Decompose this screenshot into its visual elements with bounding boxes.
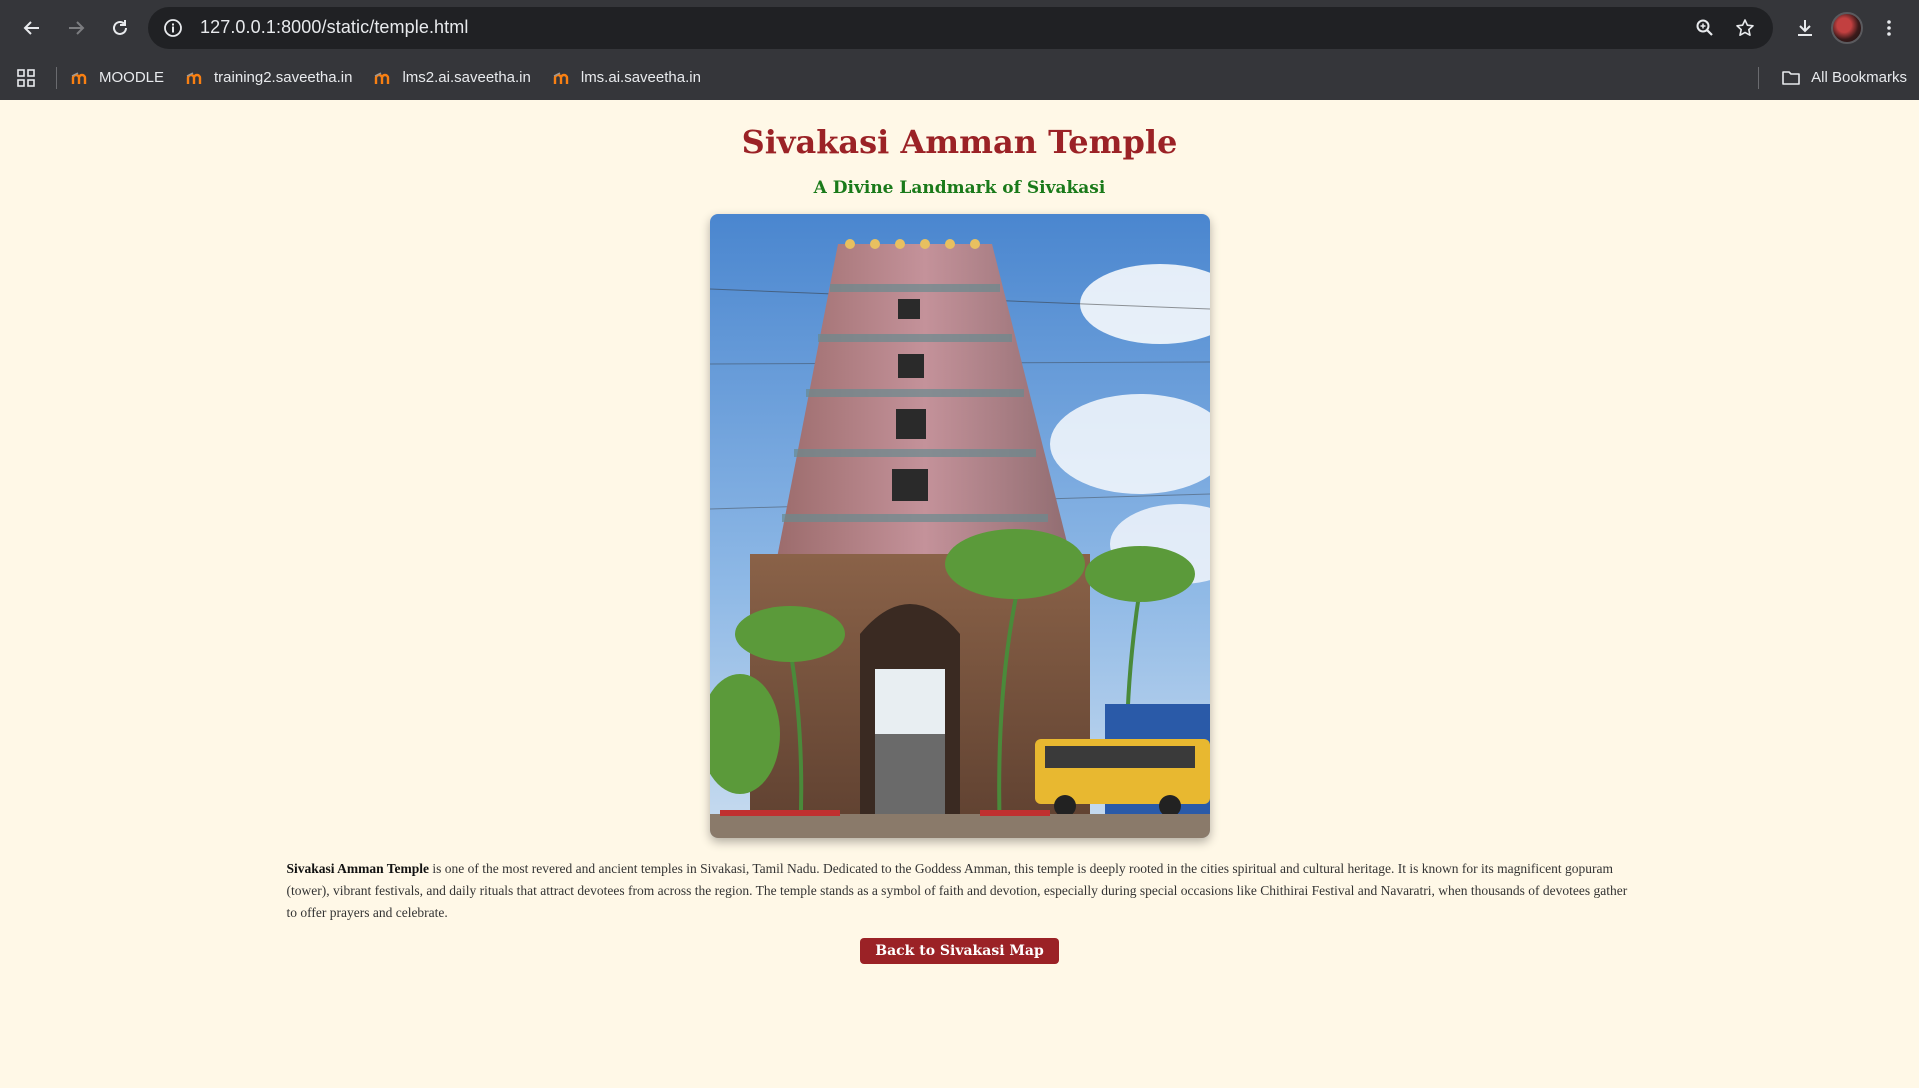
moodle-favicon-icon <box>71 71 87 84</box>
forward-button[interactable] <box>54 6 98 50</box>
temple-description: Sivakasi Amman Temple is one of the most… <box>287 858 1633 924</box>
bookmarks-separator <box>56 66 57 89</box>
download-icon[interactable] <box>1785 8 1825 48</box>
description-bold: Sivakasi Amman Temple <box>286 860 430 876</box>
moodle-favicon-icon <box>375 71 390 84</box>
folder-icon <box>1782 70 1800 85</box>
back-to-map-button[interactable]: Back to Sivakasi Map <box>860 937 1059 964</box>
zoom-icon[interactable] <box>1685 8 1725 48</box>
browser-toolbar: 127.0.0.1:8000/static/temple.html <box>0 0 1919 55</box>
back-button[interactable] <box>10 6 54 50</box>
page-subtitle: A Divine Landmark of Sivakasi <box>813 177 1106 198</box>
reload-button[interactable] <box>98 6 142 50</box>
temple-photo <box>709 213 1210 838</box>
page-title: Sivakasi Amman Temple <box>741 123 1178 161</box>
address-bar[interactable]: 127.0.0.1:8000/static/temple.html <box>148 6 1773 49</box>
bookmark-moodle[interactable]: MOODLE <box>71 69 164 86</box>
apps-grid-icon[interactable] <box>12 64 40 92</box>
bookmark-label: lms2.ai.saveetha.in <box>402 69 531 86</box>
info-icon[interactable] <box>162 17 184 39</box>
moodle-favicon-icon <box>553 71 569 84</box>
bookmarks-bar: MOODLE training2.saveetha.in lms2.ai.sav… <box>0 55 1919 100</box>
bookmark-training2[interactable]: training2.saveetha.in <box>186 69 352 86</box>
back-arrow-icon <box>23 20 39 35</box>
browser-chrome: 127.0.0.1:8000/static/temple.html MOODLE <box>0 0 1919 100</box>
description-text: is one of the most revered and ancient t… <box>286 860 1628 920</box>
bookmark-lms[interactable]: lms.ai.saveetha.in <box>553 69 701 86</box>
forward-arrow-icon <box>69 20 85 35</box>
profile-avatar[interactable] <box>1831 11 1863 44</box>
bookmark-label: training2.saveetha.in <box>214 69 353 86</box>
moodle-favicon-icon <box>186 71 202 84</box>
reload-icon <box>113 19 127 35</box>
all-bookmarks[interactable]: All Bookmarks <box>1758 66 1907 89</box>
page-content: Sivakasi Amman Temple A Divine Landmark … <box>0 100 1919 964</box>
all-bookmarks-label: All Bookmarks <box>1811 69 1907 86</box>
bookmarks-separator <box>1758 66 1760 89</box>
menu-dots-icon[interactable] <box>1869 8 1909 48</box>
bookmark-lms2[interactable]: lms2.ai.saveetha.in <box>374 69 531 86</box>
bookmark-label: lms.ai.saveetha.in <box>580 69 701 86</box>
url-text[interactable]: 127.0.0.1:8000/static/temple.html <box>200 17 1685 38</box>
star-icon[interactable] <box>1725 8 1765 48</box>
bookmark-label: MOODLE <box>99 69 165 86</box>
